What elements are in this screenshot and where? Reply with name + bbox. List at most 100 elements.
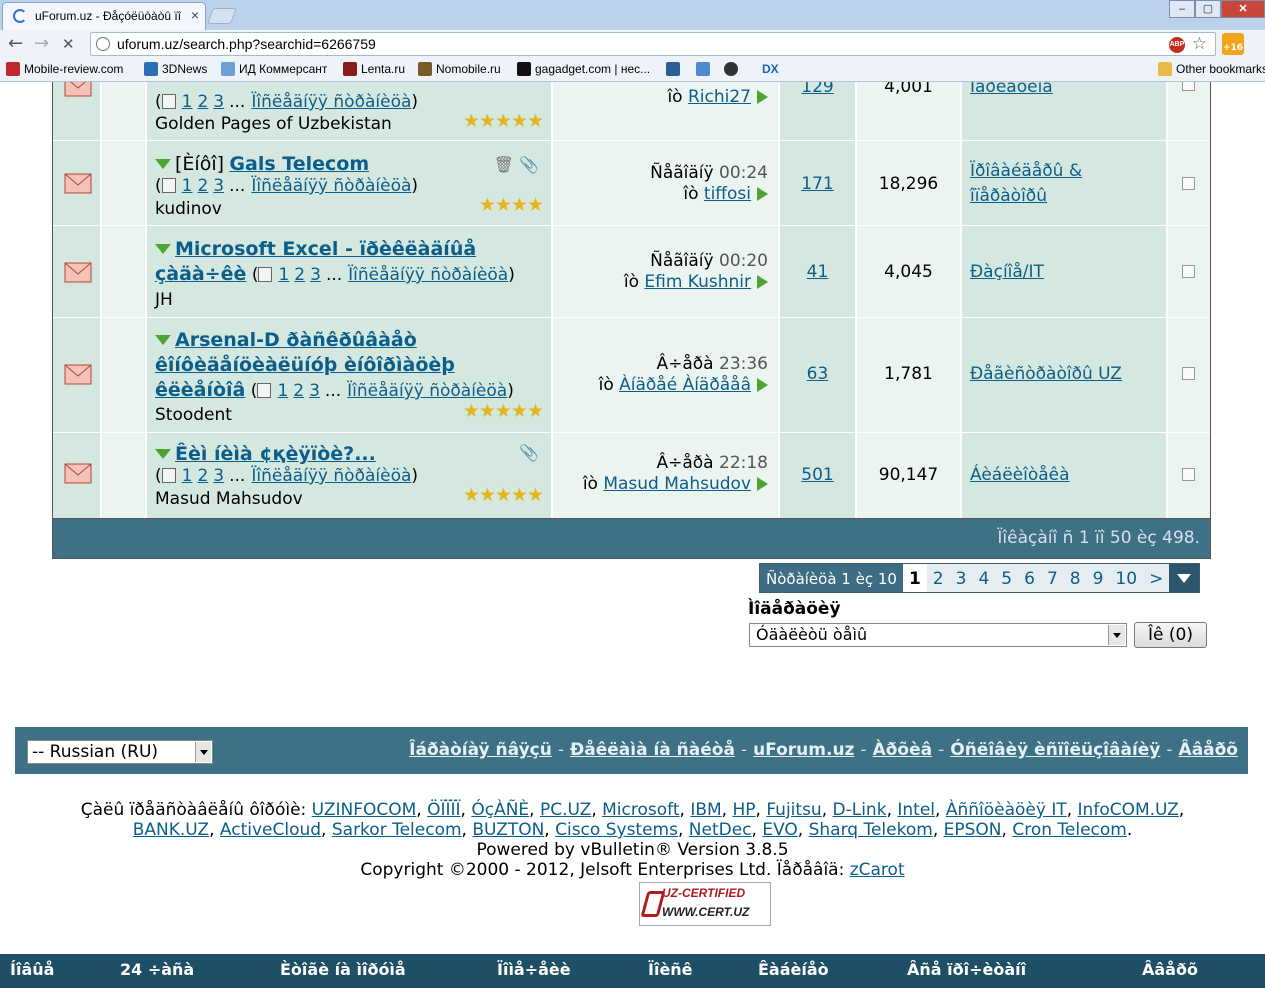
page-link[interactable]: 2 (293, 381, 304, 401)
sponsor-link[interactable]: Àññîöèàöèÿ IT (946, 800, 1067, 820)
browser-tab[interactable]: uForum.uz - Ðåçóëüòàòû ïî × (2, 2, 206, 30)
page-link[interactable]: 2 (197, 92, 208, 112)
forum-link[interactable]: Áèáëèîòåêà (970, 465, 1070, 485)
page-link[interactable]: 1 (277, 381, 288, 401)
sponsor-link[interactable]: Cron Telecom (1012, 820, 1127, 840)
sponsor-link[interactable]: Cisco Systems (555, 820, 678, 840)
sponsor-link[interactable]: ÖÏÏÏÏ (427, 800, 460, 820)
close-window-icon[interactable]: ✕ (1221, 0, 1265, 18)
thread-checkbox[interactable] (1182, 82, 1195, 91)
moderation-go-button[interactable]: Îê (0) (1134, 622, 1207, 648)
page-link[interactable]: 3 (213, 92, 224, 112)
go-to-last-post-icon[interactable] (757, 378, 768, 392)
thread-checkbox[interactable] (1182, 177, 1195, 190)
sponsor-link[interactable]: HP (732, 800, 755, 820)
page-link[interactable]: 9 (1087, 564, 1110, 592)
bookmark-item[interactable]: ИД Коммерсант (221, 62, 327, 76)
forum-link[interactable]: îïåðàòîðû (970, 186, 1047, 206)
page-info-icon[interactable] (96, 37, 110, 51)
thread-title-link[interactable]: êëèåíòîâ (155, 379, 245, 401)
replies-link[interactable]: 41 (807, 262, 829, 282)
page-link[interactable]: 3 (213, 176, 224, 196)
back-icon[interactable]: ← (8, 33, 23, 54)
thread-checkbox[interactable] (1182, 265, 1195, 278)
last-post-user-link[interactable]: tiffosi (704, 184, 751, 204)
sponsor-link[interactable]: BUZTON (472, 820, 544, 840)
bookmark-item[interactable]: gagadget.com | нес... (517, 62, 650, 76)
last-page-link[interactable]: Ïîñëåäíÿÿ ñòðàíèöà (251, 92, 411, 112)
page-link[interactable]: 3 (310, 265, 321, 285)
bookmark-item[interactable]: 3DNews (144, 62, 207, 76)
bottom-nav-item[interactable]: Êàáèíåò (758, 960, 829, 979)
last-post-user-link[interactable]: Efim Kushnir (644, 272, 751, 292)
page-link[interactable]: 4 (972, 564, 995, 592)
last-post-user-link[interactable]: Masud Mahsudov (603, 474, 751, 494)
first-unread-icon[interactable] (155, 335, 171, 345)
adblock-icon[interactable]: ABP (1169, 37, 1185, 53)
translator-link[interactable]: zCarot (850, 860, 905, 880)
bottom-nav-item[interactable]: Ââåðõ (1142, 960, 1198, 979)
replies-link[interactable]: 501 (801, 465, 833, 485)
sponsor-link[interactable]: PC.UZ (540, 800, 591, 820)
thread-title-link[interactable]: Gals Telecom (229, 153, 369, 175)
footer-link-archive[interactable]: Àðõèâ (873, 740, 933, 760)
page-link[interactable]: 3 (950, 564, 973, 592)
bottom-nav-item[interactable]: Íîâûå (10, 960, 54, 979)
page-link[interactable]: 1 (182, 176, 193, 196)
thread-title-link[interactable]: Arsenal-D ðàñêðûâàåò (175, 329, 417, 351)
page-link[interactable]: 3 (213, 466, 224, 486)
page-link[interactable]: 10 (1109, 564, 1143, 592)
bottom-nav-item[interactable]: 24 ÷àñà (120, 960, 194, 979)
footer-link-contact[interactable]: Îáðàòíàÿ ñâÿçü (409, 740, 552, 760)
forum-link[interactable]: Ïðîâàéäåðû & (970, 161, 1082, 181)
go-to-last-post-icon[interactable] (757, 275, 768, 289)
sponsor-link[interactable]: UZINFOCOM (312, 800, 417, 820)
sponsor-link[interactable]: Intel (897, 800, 935, 820)
first-unread-icon[interactable] (155, 159, 171, 169)
sponsor-link[interactable]: Sharq Telekom (809, 820, 933, 840)
sponsor-link[interactable]: InfoCOM.UZ (1078, 800, 1179, 820)
sponsor-link[interactable]: IBM (690, 800, 721, 820)
replies-link[interactable]: 63 (807, 364, 829, 384)
moderation-select[interactable]: Óäàëèòü òåìû (749, 623, 1127, 647)
bottom-nav-item[interactable]: Ïîìå÷åèè (497, 960, 571, 979)
sponsor-link[interactable]: Microsoft (602, 800, 679, 820)
forum-link[interactable]: Ðàçíîå/IT (970, 262, 1044, 282)
bookmark-star-icon[interactable]: ☆ (1192, 34, 1207, 54)
thread-title-link[interactable]: Êèì íèìà ¢қèÿïòè?... (175, 443, 376, 465)
language-select[interactable]: -- Russian (RU) (27, 740, 213, 764)
forum-link[interactable]: Ðåãèñòðàòîðû UZ (970, 364, 1122, 384)
sponsor-link[interactable]: ActiveCloud (220, 820, 321, 840)
address-bar[interactable]: uforum.uz/search.php?searchid=6266759 AB… (90, 32, 1216, 56)
bottom-nav-item[interactable]: Ïîèñê (648, 960, 693, 979)
next-page-link[interactable]: > (1143, 564, 1169, 592)
other-bookmarks[interactable]: Other bookmarks (1158, 62, 1265, 76)
last-page-link[interactable]: Ïîñëåäíÿÿ ñòðàíèöà (347, 381, 507, 401)
replies-link[interactable]: 129 (801, 82, 833, 97)
page-link[interactable]: 1 (182, 466, 193, 486)
page-link[interactable]: 1 (278, 265, 289, 285)
bookmark-item[interactable]: Mobile-review.com (6, 62, 123, 76)
page-link[interactable]: 6 (1018, 564, 1041, 592)
sponsor-link[interactable]: Sarkor Telecom (332, 820, 462, 840)
new-tab-button[interactable] (207, 8, 237, 24)
thread-title-link[interactable]: êîíôèäåíöèàëüíóþ èíôîðìàöèþ (155, 354, 455, 376)
footer-link-ads[interactable]: Ðåêëàìà íà ñàéòå (570, 740, 735, 760)
page-link[interactable]: 2 (927, 564, 950, 592)
bottom-nav-item[interactable]: Âñå ïðî÷èòàíî (907, 960, 1026, 979)
footer-link-terms[interactable]: Óñëîâèÿ èñïîëüçîâàíèÿ (950, 740, 1160, 760)
bookmark-item[interactable] (666, 62, 684, 76)
uz-certified-badge[interactable]: UZ-CERTIFIED WWW.CERT.UZ (639, 882, 771, 926)
stop-icon[interactable]: ✕ (62, 35, 75, 53)
footer-link-home[interactable]: uForum.uz (753, 740, 854, 760)
last-page-link[interactable]: Ïîñëåäíÿÿ ñòðàíèöà (251, 176, 411, 196)
extension-badge-icon[interactable]: +16 (1222, 33, 1244, 55)
last-page-link[interactable]: Ïîñëåäíÿÿ ñòðàíèöà (251, 466, 411, 486)
page-menu-icon[interactable] (1169, 564, 1200, 592)
sponsor-link[interactable]: ÓçÀÑÈ (471, 800, 529, 820)
go-to-last-post-icon[interactable] (757, 187, 768, 201)
forward-icon[interactable]: → (34, 33, 49, 54)
page-link[interactable]: 2 (294, 265, 305, 285)
bookmark-item[interactable]: Lenta.ru (343, 62, 405, 76)
sponsor-link[interactable]: Fujitsu (766, 800, 821, 820)
